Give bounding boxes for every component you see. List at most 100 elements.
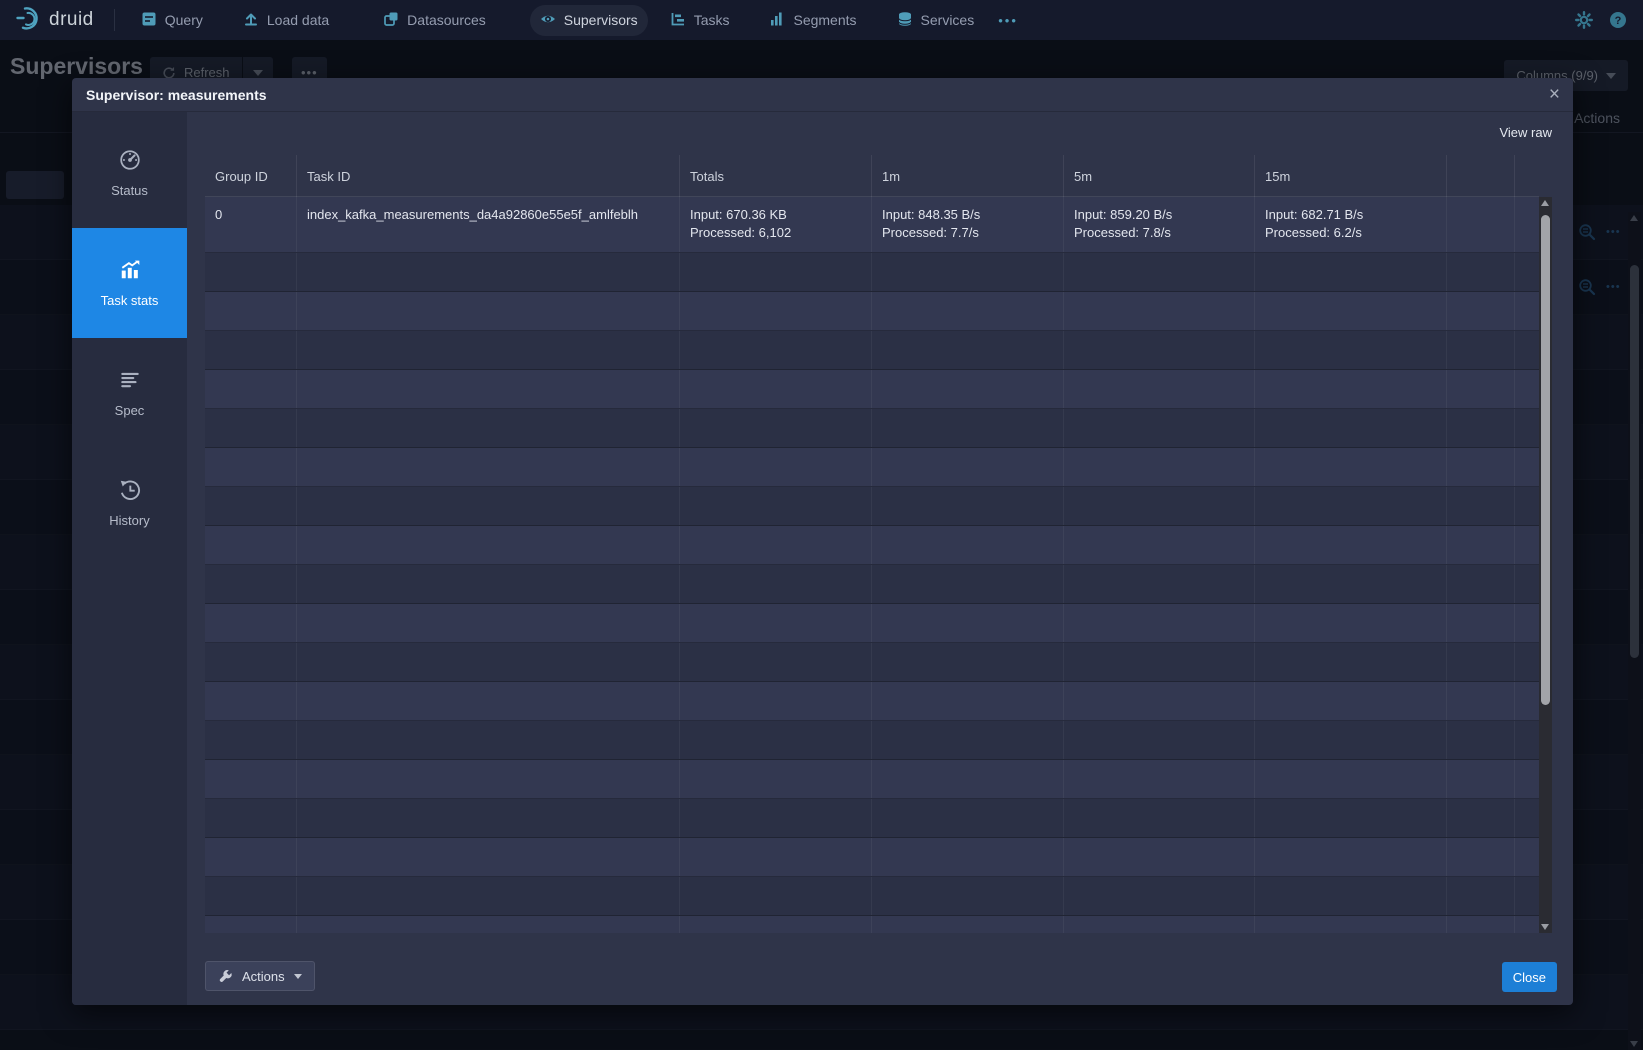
empty-cell (1255, 370, 1447, 408)
empty-cell (297, 682, 680, 720)
totals-cell: Input: 670.36 KB Processed: 6,102 (680, 197, 872, 252)
stats-15m-cell: Input: 682.71 B/s Processed: 6.2/s (1255, 197, 1447, 252)
empty-cell (205, 838, 297, 876)
scroll-up-icon[interactable] (1541, 200, 1549, 206)
druid-logo[interactable]: druid (16, 5, 94, 36)
empty-cell (205, 487, 297, 525)
empty-cell (1515, 409, 1539, 447)
table-row (205, 526, 1539, 565)
empty-cell (1447, 253, 1515, 291)
stats-5m-cell: Input: 859.20 B/s Processed: 7.8/s (1064, 197, 1255, 252)
empty-cell (1447, 526, 1515, 564)
empty-cell (1515, 292, 1539, 330)
column-header-totals[interactable]: Totals (680, 155, 872, 197)
column-header-15m[interactable]: 15m (1255, 155, 1447, 197)
empty-cell (872, 643, 1064, 681)
column-header-task-id[interactable]: Task ID (297, 155, 680, 197)
empty-cell (872, 448, 1064, 486)
empty-cell (1255, 487, 1447, 525)
empty-cell (1064, 916, 1255, 933)
table-row (205, 760, 1539, 799)
task-id-cell: index_kafka_measurements_da4a92860e55e5f… (297, 197, 680, 252)
scroll-down-icon[interactable] (1541, 924, 1549, 930)
table-row (205, 292, 1539, 331)
column-header-1m[interactable]: 1m (872, 155, 1064, 197)
druid-logo-icon (16, 5, 42, 36)
empty-cell (1064, 604, 1255, 642)
nav-item-tasks[interactable]: Tasks (660, 5, 740, 36)
empty-cell (1255, 253, 1447, 291)
empty-cell (205, 916, 297, 933)
column-header-5m[interactable]: 5m (1064, 155, 1255, 197)
help-button[interactable]: ? (1609, 11, 1627, 29)
query-icon (141, 11, 157, 30)
empty-cell (680, 916, 872, 933)
empty-cell (205, 643, 297, 681)
empty-cell (1515, 799, 1539, 837)
empty-cell (1515, 565, 1539, 603)
column-header-filler (1447, 155, 1515, 197)
stats-1m-cell: Input: 848.35 B/s Processed: 7.7/s (872, 197, 1064, 252)
empty-cell (872, 487, 1064, 525)
nav-item-datasources[interactable]: Datasources (373, 5, 496, 36)
table-row (205, 916, 1539, 933)
table-row (205, 487, 1539, 526)
empty-cell (1255, 838, 1447, 876)
tab-task-stats[interactable]: Task stats (72, 228, 187, 338)
empty-cell (1255, 916, 1447, 933)
nav-item-query[interactable]: Query (131, 5, 213, 36)
modal-side-tabs: Status Task stats (72, 112, 187, 1005)
column-header-group-id[interactable]: Group ID (205, 155, 297, 197)
empty-cell (297, 604, 680, 642)
close-icon[interactable]: × (1549, 85, 1560, 104)
empty-cell (297, 916, 680, 933)
empty-cell (1064, 721, 1255, 759)
empty-cell (1064, 253, 1255, 291)
empty-cell (680, 292, 872, 330)
nav-item-services[interactable]: Services (887, 5, 985, 36)
view-raw-link[interactable]: View raw (1499, 125, 1552, 140)
empty-cell (680, 370, 872, 408)
empty-cell (680, 526, 872, 564)
screen: druid Query Load data (0, 0, 1643, 1050)
table-row: 0 index_kafka_measurements_da4a92860e55e… (205, 197, 1539, 253)
nav-more-button[interactable]: ••• (998, 13, 1018, 28)
empty-cell (297, 721, 680, 759)
empty-cell (1515, 370, 1539, 408)
nav-item-load-data[interactable]: Load data (233, 5, 339, 36)
settings-gear-button[interactable] (1575, 11, 1593, 29)
empty-cell (297, 409, 680, 447)
table-scrollbar-thumb[interactable] (1541, 215, 1550, 705)
tab-status[interactable]: Status (72, 118, 187, 228)
actions-button[interactable]: Actions (205, 961, 315, 991)
empty-cell (205, 292, 297, 330)
tab-spec[interactable]: Spec (72, 338, 187, 448)
empty-cell (1255, 565, 1447, 603)
nav-item-supervisors[interactable]: Supervisors (530, 5, 648, 36)
close-button[interactable]: Close (1502, 962, 1557, 992)
tab-history[interactable]: History (72, 448, 187, 558)
table-row (205, 604, 1539, 643)
empty-cell (1255, 331, 1447, 369)
modal-header: Supervisor: measurements × (72, 78, 1573, 112)
tasks-icon (670, 11, 686, 30)
datasources-icon (383, 11, 399, 30)
table-row (205, 643, 1539, 682)
empty-cell (680, 838, 872, 876)
empty-cell (205, 877, 297, 915)
empty-cell (1447, 916, 1515, 933)
empty-cell (872, 370, 1064, 408)
empty-cell (1447, 643, 1515, 681)
table-scrollbar[interactable] (1539, 197, 1552, 933)
table-header-row: Group ID Task ID Totals 1m 5m 15m (205, 155, 1539, 197)
empty-cell (1064, 682, 1255, 720)
supervisor-modal: Supervisor: measurements × (72, 78, 1573, 1005)
empty-cell (1515, 877, 1539, 915)
empty-cell (1515, 682, 1539, 720)
empty-cell (680, 760, 872, 798)
empty-cell (1515, 916, 1539, 933)
empty-cell (680, 487, 872, 525)
empty-cell (1447, 604, 1515, 642)
empty-cell (872, 409, 1064, 447)
nav-item-segments[interactable]: Segments (759, 5, 866, 36)
